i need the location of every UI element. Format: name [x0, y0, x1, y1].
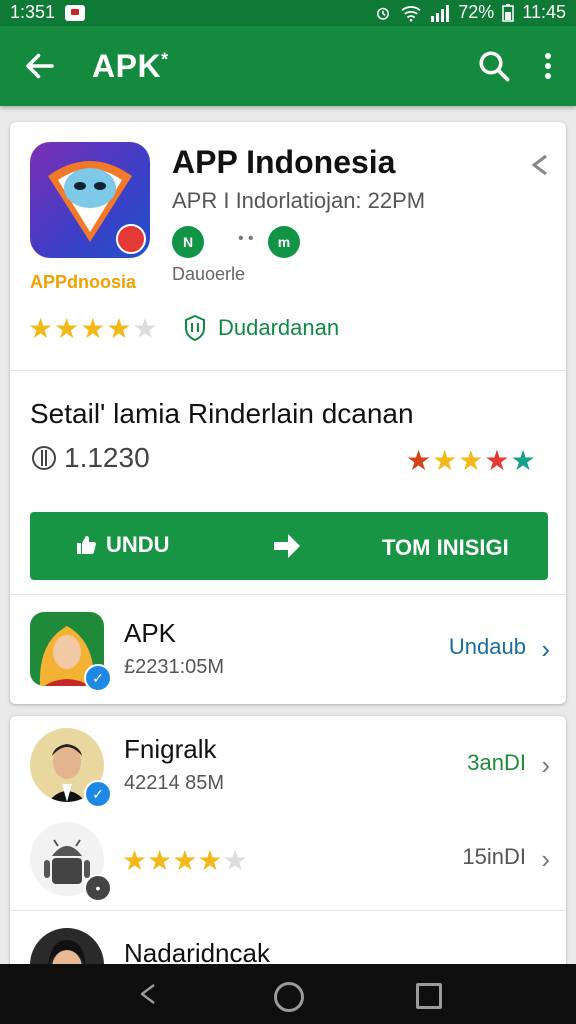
star-icon: ★: [106, 313, 133, 344]
list-item-subtitle: £2231:05M: [124, 656, 225, 678]
arrow-right-icon: [274, 534, 300, 558]
divider: [10, 910, 566, 911]
list-item-action[interactable]: 15inDI: [462, 844, 526, 870]
brand-text: APPdnoosia: [30, 272, 137, 292]
download-button-label: UNDU: [106, 532, 170, 557]
meta-badge-1: N: [172, 226, 204, 258]
chevron-left-icon[interactable]: [528, 150, 552, 180]
nav-home-icon[interactable]: [274, 982, 304, 1012]
coin-icon: [32, 446, 56, 470]
list-item[interactable]: ✓ APK £2231:05M Undaub ›: [10, 604, 566, 694]
star-empty-icon: ★: [222, 845, 248, 876]
title-text: APK: [92, 48, 162, 84]
wifi-icon: [401, 5, 421, 22]
status-time-left: 1:351: [10, 2, 56, 22]
list-item-subtitle: 42214 85M: [124, 772, 225, 794]
list-item-title: APK: [124, 618, 177, 648]
list-item[interactable]: • ★★★★★ 15inDI ›: [10, 814, 566, 904]
app-subtitle: APR I Indorlatiojan: 22PM: [172, 188, 426, 213]
status-bar: 1:351 72% 11:45: [0, 0, 576, 26]
chevron-right-icon[interactable]: ›: [541, 634, 550, 665]
battery-icon: [502, 3, 515, 22]
star-icon: ★: [172, 845, 198, 876]
rating-stars: ★★★★★: [28, 312, 159, 345]
meta-label: Dauoerle: [172, 264, 246, 284]
alarm-icon: [377, 7, 390, 20]
nav-back-icon[interactable]: [136, 982, 160, 1006]
colored-rating-stars: ★★★★★: [406, 444, 537, 477]
chevron-right-icon[interactable]: ›: [541, 844, 550, 875]
app-name: APP Indonesia: [172, 144, 396, 180]
star-icon: ★: [147, 845, 173, 876]
list-item-rating: ★★★★★: [122, 844, 248, 877]
star-icon: ★: [406, 445, 433, 476]
app-bar: APK*: [0, 26, 576, 106]
app-list-card: ✓ Fnigralk 42214 85M 3anDI › • ★★★★★ 15i…: [10, 716, 566, 976]
system-nav-bar: [0, 964, 576, 1024]
download-button[interactable]: UNDU: [74, 532, 170, 558]
star-icon: ★: [28, 313, 55, 344]
star-icon: ★: [80, 313, 107, 344]
app-bar-title: APK*: [92, 48, 169, 85]
meta-badge-2-text: m: [277, 234, 291, 250]
size-text: 1.1230: [64, 442, 150, 473]
star-icon: ★: [510, 445, 537, 476]
meta-dots: • •: [238, 230, 254, 247]
star-empty-icon: ★: [132, 313, 159, 344]
chevron-right-icon[interactable]: ›: [541, 750, 550, 781]
shield-icon: [185, 314, 205, 342]
divider: [10, 370, 566, 371]
secondary-button[interactable]: TOM INISIGI: [382, 535, 509, 561]
star-icon: ★: [122, 845, 148, 876]
battery-percent: 72%: [458, 2, 495, 22]
app-icon[interactable]: [30, 142, 150, 258]
star-icon: ★: [484, 445, 511, 476]
star-icon: ★: [458, 445, 485, 476]
thumb-icon: [77, 536, 96, 554]
nav-recents-icon[interactable]: [416, 983, 442, 1009]
search-icon[interactable]: [476, 48, 512, 84]
signal-icon: [431, 4, 450, 22]
star-icon: ★: [432, 445, 459, 476]
meta-badge-2: m: [268, 226, 300, 258]
notification-icon: [65, 4, 86, 21]
list-item-title: Fnigralk: [124, 734, 217, 764]
back-arrow-icon[interactable]: [22, 48, 58, 84]
star-icon: ★: [197, 845, 223, 876]
star-icon: ★: [54, 313, 81, 344]
list-item-action[interactable]: 3anDI: [467, 750, 526, 776]
detail-title: Setail' lamia Rinderlain dcanan: [30, 398, 414, 429]
meta-badge-1-text: N: [182, 234, 194, 250]
app-detail-card: APPdnoosia APP Indonesia APR I Indorlati…: [10, 122, 566, 704]
app-badge-icon: [116, 224, 146, 254]
more-vert-icon[interactable]: [536, 48, 560, 84]
list-item-action[interactable]: Undaub: [449, 634, 526, 660]
verified-icon: ✓: [84, 780, 112, 808]
badge-icon: •: [84, 874, 112, 902]
action-button-bar: UNDU TOM INISIGI: [30, 512, 548, 580]
divider: [10, 594, 566, 595]
developer-link[interactable]: Dudardanan: [182, 314, 339, 342]
status-time-right: 11:45: [522, 2, 566, 22]
status-left: 1:351: [10, 2, 86, 23]
verified-icon: ✓: [84, 664, 112, 692]
title-mark: *: [161, 49, 169, 70]
size-info: 1.1230: [30, 442, 150, 474]
developer-label: Dudardanan: [218, 315, 340, 340]
list-item[interactable]: ✓ Fnigralk 42214 85M 3anDI ›: [10, 720, 566, 810]
status-right: 72% 11:45: [374, 2, 566, 23]
